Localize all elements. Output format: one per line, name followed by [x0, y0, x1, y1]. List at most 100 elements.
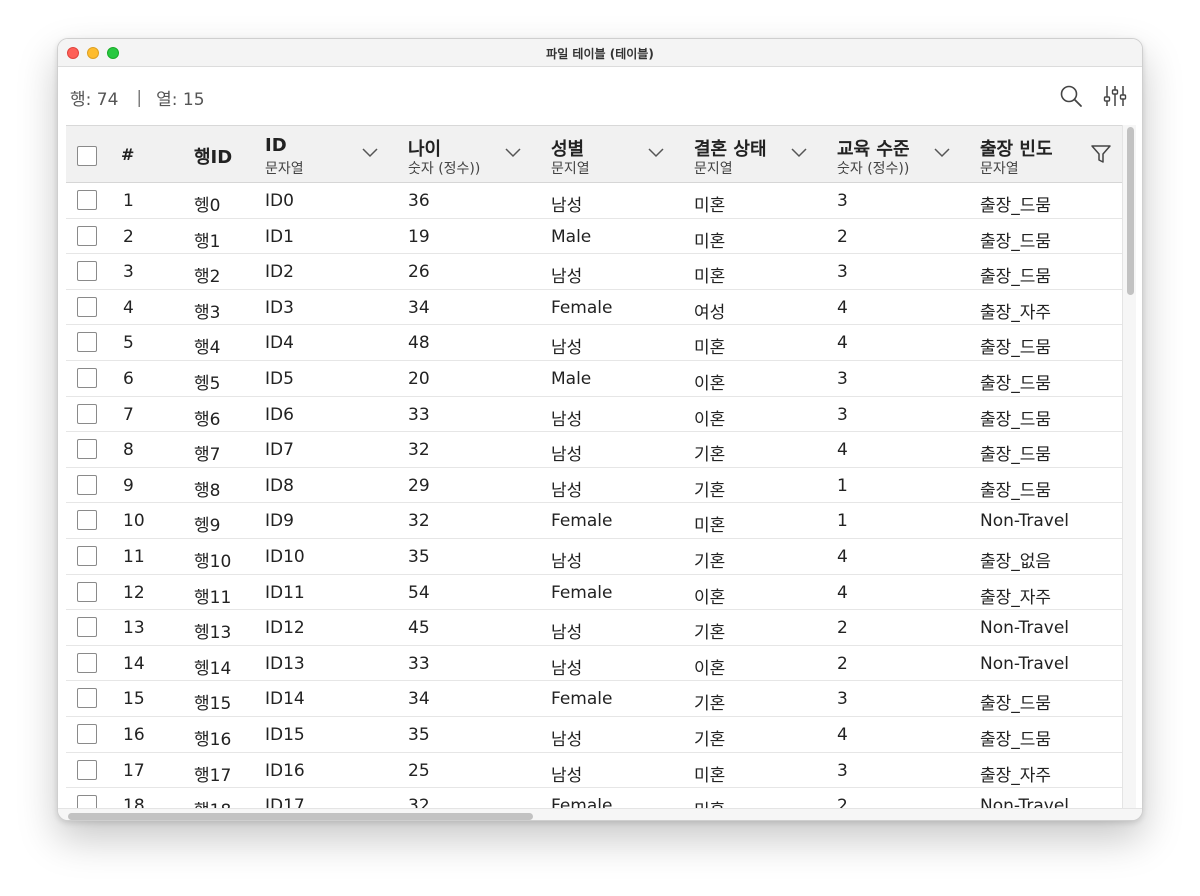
- row-checkbox[interactable]: [77, 652, 97, 673]
- cell-age: 36: [408, 191, 430, 211]
- cell-id: ID11: [265, 582, 305, 603]
- row-checkbox[interactable]: [77, 724, 97, 744]
- cell-row-number: 1: [123, 191, 134, 211]
- row-checkbox[interactable]: [77, 759, 97, 780]
- table-row[interactable]: 17 행17 ID16 25 남성 미혼 3 출장_자주: [66, 752, 1122, 789]
- cell-gender: 남성: [551, 445, 583, 466]
- select-all-checkbox[interactable]: [77, 146, 97, 166]
- table-row[interactable]: 11 행10 ID10 35 남성 기혼 4 출장_없음: [66, 539, 1122, 575]
- cell-marital-status: 기혼: [694, 694, 726, 715]
- cell-row-number: 16: [123, 725, 145, 745]
- row-checkbox[interactable]: [77, 296, 97, 317]
- table-row[interactable]: 14 헹14 ID13 33 남성 이혼 2 Non-Travel: [66, 645, 1122, 682]
- cell-education-level: 2: [837, 796, 848, 808]
- chevron-down-icon[interactable]: [362, 148, 378, 158]
- cell-row-number: 6: [123, 369, 134, 389]
- chevron-down-icon[interactable]: [648, 148, 664, 158]
- header-marital-type: 문지열: [694, 161, 733, 177]
- cell-business-travel: 출장_드뭄: [980, 445, 1052, 466]
- row-checkbox[interactable]: [77, 688, 97, 709]
- cell-education-level: 3: [837, 760, 848, 781]
- vertical-scrollbar[interactable]: [1122, 125, 1136, 808]
- cell-row-id: 행2: [194, 267, 221, 288]
- cell-business-travel: 출장_자주: [980, 302, 1052, 323]
- header-gender-type: 문지열: [551, 161, 590, 177]
- filter-icon[interactable]: [1090, 143, 1112, 165]
- table-row[interactable]: 15 행15 ID14 34 Female 기혼 3 출장_드뭄: [66, 681, 1122, 717]
- cell-business-travel: Non-Travel: [980, 511, 1070, 532]
- table-row[interactable]: 9 행8 ID8 29 남성 기혼 1 출장_드뭄: [66, 467, 1122, 504]
- table-row[interactable]: 4 행3 ID3 34 Female 여성 4 출장_자주: [66, 289, 1122, 326]
- row-checkbox[interactable]: [77, 368, 97, 388]
- cell-gender: 남성: [551, 552, 583, 572]
- sliders-icon[interactable]: [1102, 83, 1128, 109]
- row-checkbox[interactable]: [77, 617, 97, 638]
- cell-gender: Female: [551, 297, 613, 318]
- table-row[interactable]: 13 헹13 ID12 45 남성 기혼 2 Non-Travel: [66, 610, 1122, 646]
- cell-business-travel: 출장_드뭄: [980, 267, 1052, 288]
- horizontal-scrollbar[interactable]: [58, 808, 1142, 820]
- table-row[interactable]: 2 행1 ID1 19 Male 미혼 2 출장_드뭄: [66, 218, 1122, 255]
- row-checkbox[interactable]: [77, 261, 97, 282]
- table-row[interactable]: 12 행11 ID11 54 Female 이혼 4 출장_자주: [66, 574, 1122, 611]
- cell-row-number: 4: [123, 297, 134, 318]
- row-checkbox[interactable]: [77, 439, 97, 460]
- table-row[interactable]: 7 행6 ID6 33 남성 이혼 3 출장_드뭄: [66, 396, 1122, 433]
- cell-age: 26: [408, 262, 430, 283]
- row-checkbox[interactable]: [77, 546, 97, 566]
- app-window: 파일 테이블 (테이블) 행: 74 | 열: 15 # 행ID ID 문자열 …: [57, 38, 1143, 821]
- window-title: 파일 테이블 (테이블): [546, 47, 654, 61]
- header-travel[interactable]: 출장 빈도 문자열: [980, 126, 1122, 183]
- table-row[interactable]: 1 헹0 ID0 36 남성 미혼 3 출장_드뭄: [66, 183, 1122, 219]
- cell-row-id: 행15: [194, 694, 232, 715]
- cell-business-travel: Non-Travel: [980, 653, 1070, 674]
- horizontal-scroll-thumb[interactable]: [68, 813, 533, 820]
- cell-id: ID14: [265, 689, 305, 710]
- cell-row-id: 행18: [194, 796, 231, 808]
- cell-age: 25: [408, 760, 430, 781]
- cell-age: 48: [408, 333, 430, 354]
- header-marital[interactable]: 결혼 상태 문지열: [694, 126, 837, 183]
- table-row[interactable]: 18 행18 ID17 32 Female 미혼 2 Non-Travel: [66, 788, 1122, 808]
- table-row[interactable]: 6 헹5 ID5 20 Male 이혼 3 출장_드뭄: [66, 361, 1122, 397]
- cell-business-travel: 출장_드뭄: [980, 409, 1052, 430]
- cell-age: 35: [408, 725, 430, 745]
- row-checkbox[interactable]: [77, 581, 97, 602]
- row-checkbox[interactable]: [77, 795, 97, 808]
- cell-row-id: 행8: [194, 480, 221, 501]
- header-id[interactable]: ID 문자열: [265, 126, 408, 183]
- header-education[interactable]: 교육 수준 숫자 (정수)): [837, 126, 980, 183]
- cell-row-number: 14: [123, 653, 145, 674]
- row-checkbox[interactable]: [77, 190, 97, 210]
- table-row[interactable]: 16 행16 ID15 35 남성 기혼 4 출장_드뭄: [66, 717, 1122, 753]
- header-gender[interactable]: 성별 문지열: [551, 126, 694, 183]
- cell-id: ID13: [265, 653, 305, 674]
- row-checkbox[interactable]: [77, 225, 97, 246]
- cell-row-number: 2: [123, 226, 134, 247]
- table-row[interactable]: 5 행4 ID4 48 남성 미혼 4 출장_드뭄: [66, 325, 1122, 361]
- cell-marital-status: 미혼: [694, 231, 726, 252]
- row-checkbox[interactable]: [77, 510, 97, 531]
- cell-gender: 남성: [551, 480, 583, 501]
- vertical-scroll-thumb[interactable]: [1127, 127, 1134, 295]
- row-checkbox[interactable]: [77, 474, 97, 495]
- cell-gender: 남성: [551, 267, 583, 288]
- cell-id: ID5: [265, 369, 294, 389]
- cell-id: ID4: [265, 333, 294, 354]
- row-checkbox[interactable]: [77, 403, 97, 424]
- cell-business-travel: Non-Travel: [980, 796, 1070, 808]
- chevron-down-icon[interactable]: [791, 148, 807, 158]
- table-row[interactable]: 8 행7 ID7 32 남성 기혼 4 출장_드뭄: [66, 432, 1122, 468]
- cell-id: ID12: [265, 618, 305, 639]
- chevron-down-icon[interactable]: [505, 148, 521, 158]
- table-row[interactable]: 10 헹9 ID9 32 Female 미혼 1 Non-Travel: [66, 503, 1122, 539]
- header-age[interactable]: 나이 숫자 (정수)): [408, 126, 551, 183]
- cell-row-number: 18: [123, 796, 145, 808]
- cell-business-travel: 출장_드뭄: [980, 694, 1052, 715]
- row-checkbox[interactable]: [77, 332, 97, 353]
- cell-age: 32: [408, 440, 430, 461]
- chevron-down-icon[interactable]: [934, 148, 950, 158]
- search-icon[interactable]: [1058, 83, 1084, 109]
- cell-business-travel: 출장_자주: [980, 587, 1052, 608]
- table-row[interactable]: 3 행2 ID2 26 남성 미혼 3 출장_드뭄: [66, 254, 1122, 290]
